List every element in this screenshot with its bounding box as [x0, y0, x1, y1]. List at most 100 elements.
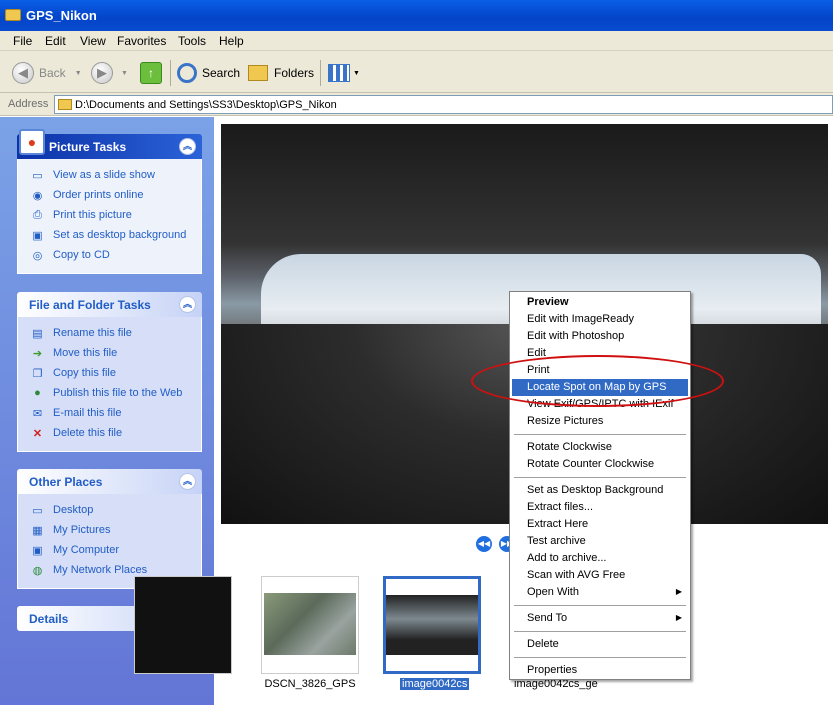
menu-item-open-with[interactable]: Open With ▶ [512, 584, 688, 601]
picture-tasks-header[interactable]: ● Picture Tasks ︽ [17, 129, 202, 159]
cd-icon: ◎ [32, 249, 43, 262]
task-copy-to-cd[interactable]: ◎ Copy to CD [30, 245, 201, 265]
picture-tasks-panel: ● Picture Tasks ︽ ▭ View as a slide show … [17, 129, 202, 274]
picture-tasks-icon: ● [19, 129, 45, 155]
folders-icon [248, 65, 268, 81]
place-label: My Pictures [53, 524, 111, 536]
menu-item-extract-here[interactable]: Extract Here [512, 516, 688, 533]
picture-tasks-body: ▭ View as a slide show ◉ Order prints onli… [17, 159, 202, 274]
menu-item-delete[interactable]: Delete [512, 636, 688, 653]
forward-button[interactable]: ▶ ▼ [91, 60, 128, 86]
menu-item-scan-avg[interactable]: Scan with AVG Free [512, 567, 688, 584]
toolbar: ◀ Back ▼ ▶ ▼ ↑ Search Folders ▼ [0, 51, 833, 93]
task-view-slideshow[interactable]: ▭ View as a slide show [30, 165, 201, 185]
task-order-prints[interactable]: ◉ Order prints online [30, 185, 201, 205]
folder-icon [5, 9, 21, 21]
other-places-panel: Other Places ︽ ▭ Desktop ▦ My Pictures ▣ My… [17, 469, 202, 589]
folders-label: Folders [274, 66, 315, 80]
task-rename-file[interactable]: ▤ Rename this file [30, 323, 201, 343]
task-set-desktop-background[interactable]: ▣ Set as desktop background [30, 225, 201, 245]
task-label: Copy to CD [53, 249, 110, 261]
menu-item-set-desktop-background[interactable]: Set as Desktop Background [512, 482, 688, 499]
desktop-background-icon: ▣ [32, 229, 43, 242]
menu-item-add-to-archive[interactable]: Add to archive... [512, 550, 688, 567]
menu-item-extract-files[interactable]: Extract files... [512, 499, 688, 516]
menu-bar: File Edit View Favorites Tools Help [0, 31, 833, 51]
views-button[interactable]: ▼ [328, 60, 360, 86]
address-bar: Address D:\Documents and Settings\SS3\De… [0, 93, 833, 116]
menu-item-edit-imageready[interactable]: Edit with ImageReady [512, 311, 688, 328]
address-field[interactable]: D:\Documents and Settings\SS3\Desktop\GP… [54, 95, 833, 114]
previous-image-icon[interactable]: ◀◀ [476, 536, 492, 552]
search-button[interactable]: Search [177, 60, 240, 86]
menu-separator [514, 434, 686, 435]
task-email-file[interactable]: ✉ E-mail this file [30, 403, 201, 423]
thumbnail-caption: DSCN_3826_GPS [264, 678, 356, 690]
task-delete-file[interactable]: ✕ Delete this file [30, 423, 201, 443]
email-icon: ✉ [32, 407, 43, 420]
task-label: Publish this file to the Web [53, 387, 183, 399]
menu-item-label: Send To [527, 612, 568, 624]
folders-button[interactable]: Folders [248, 60, 314, 86]
task-label: Copy this file [53, 367, 116, 379]
thumbnail-image0042cs[interactable] [383, 576, 481, 674]
menu-item-edit-photoshop[interactable]: Edit with Photoshop [512, 328, 688, 345]
rename-icon: ▤ [32, 327, 43, 340]
menu-item-send-to[interactable]: Send To ▶ [512, 610, 688, 627]
network-icon: ◍ [32, 564, 43, 577]
collapse-chevron-icon[interactable]: ︽ [179, 138, 196, 155]
menu-item-rotate-clockwise[interactable]: Rotate Clockwise [512, 439, 688, 456]
menu-item-test-archive[interactable]: Test archive [512, 533, 688, 550]
task-move-file[interactable]: ➔ Move this file [30, 343, 201, 363]
back-arrow-icon: ◀ [12, 62, 34, 84]
globe-icon: ● [34, 387, 41, 399]
menu-item-label: Open With [527, 586, 579, 598]
menu-edit[interactable]: Edit [45, 34, 66, 48]
up-folder-button[interactable]: ↑ [140, 60, 162, 86]
search-icon [177, 63, 197, 83]
menu-item-preview[interactable]: Preview [512, 294, 688, 311]
desktop-icon: ▭ [32, 504, 43, 517]
other-places-header[interactable]: Other Places ︽ [17, 469, 202, 494]
menu-item-resize-pictures[interactable]: Resize Pictures [512, 413, 688, 430]
thumbnail-dscn-3826-gps[interactable] [261, 576, 359, 674]
window-title: GPS_Nikon [26, 8, 97, 23]
file-folder-tasks-body: ▤ Rename this file ➔ Move this file ❐ Copy … [17, 317, 202, 452]
file-folder-tasks-header[interactable]: File and Folder Tasks ︽ [17, 292, 202, 317]
task-copy-file[interactable]: ❐ Copy this file [30, 363, 201, 383]
collapse-chevron-icon[interactable]: ︽ [179, 473, 196, 490]
task-print-picture[interactable]: ⎙ Print this picture [30, 205, 201, 225]
task-label: Order prints online [53, 189, 144, 201]
task-label: View as a slide show [53, 169, 155, 181]
thumbnail-previous[interactable] [134, 576, 232, 674]
task-label: Delete this file [53, 427, 123, 439]
place-desktop[interactable]: ▭ Desktop [30, 500, 201, 520]
back-button[interactable]: ◀ Back ▼ [12, 60, 82, 86]
details-title: Details [29, 612, 69, 626]
context-menu: Preview Edit with ImageReady Edit with P… [509, 291, 691, 680]
address-label: Address [8, 98, 49, 110]
views-dropdown-icon: ▼ [353, 69, 360, 77]
place-my-pictures[interactable]: ▦ My Pictures [30, 520, 201, 540]
my-pictures-icon: ▦ [32, 524, 43, 537]
menu-separator [514, 477, 686, 478]
collapse-chevron-icon[interactable]: ︽ [179, 296, 196, 313]
menu-file[interactable]: File [13, 34, 32, 48]
menu-view[interactable]: View [80, 34, 106, 48]
place-label: Desktop [53, 504, 94, 516]
back-label: Back [39, 66, 66, 80]
search-label: Search [202, 66, 241, 80]
menu-item-properties[interactable]: Properties [512, 662, 688, 679]
menu-item-rotate-counter-clockwise[interactable]: Rotate Counter Clockwise [512, 456, 688, 473]
thumbnail-caption-selected: image0042cs [400, 678, 470, 690]
place-label: My Computer [53, 544, 120, 556]
place-my-computer[interactable]: ▣ My Computer [30, 540, 201, 560]
order-prints-icon: ◉ [32, 189, 43, 202]
menu-help[interactable]: Help [219, 34, 244, 48]
menu-favorites[interactable]: Favorites [117, 34, 166, 48]
slideshow-icon: ▭ [32, 169, 43, 182]
task-publish-web[interactable]: ● Publish this file to the Web [30, 383, 201, 403]
printer-icon: ⎙ [33, 208, 42, 221]
copy-icon: ❐ [32, 367, 43, 380]
menu-tools[interactable]: Tools [178, 34, 206, 48]
